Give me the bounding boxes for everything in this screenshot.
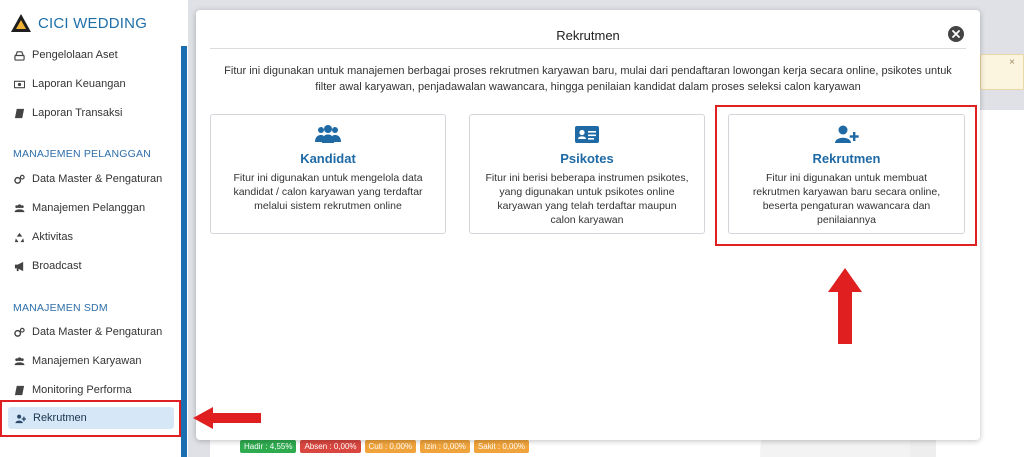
sidebar-item-aktivitas[interactable]: Aktivitas <box>0 226 181 248</box>
alert-close-icon[interactable]: × <box>1009 57 1015 68</box>
sidebar-item-manajemen-karyawan[interactable]: Manajemen Karyawan <box>0 350 181 372</box>
sidebar-item-broadcast[interactable]: Broadcast <box>0 255 181 277</box>
modal-divider <box>210 48 966 49</box>
sidebar-scrollbar[interactable] <box>181 46 187 457</box>
option-title-kandidat: Kandidat <box>300 151 356 166</box>
sidebar: CICI WEDDING Pengelolaan Aset Laporan Ke… <box>0 0 188 457</box>
sidebar-item-laporan-transaksi[interactable]: Laporan Transaksi <box>0 102 181 124</box>
option-card-psikotes[interactable]: Psikotes Fitur ini berisi beberapa instr… <box>469 114 705 234</box>
option-title-psikotes: Psikotes <box>560 151 614 166</box>
sidebar-item-label: Monitoring Performa <box>32 384 132 396</box>
sidebar-item-label: Manajemen Karyawan <box>32 355 142 367</box>
background-alert: × <box>980 54 1024 90</box>
sidebar-item-label: Laporan Transaksi <box>32 107 123 119</box>
users-icon <box>13 202 26 214</box>
close-icon[interactable] <box>948 26 964 42</box>
cogs-icon <box>13 326 26 338</box>
section-title-pelanggan: MANAJEMEN PELANGGAN <box>13 148 151 160</box>
cogs-icon <box>13 173 26 185</box>
sidebar-item-data-master-sdm[interactable]: Data Master & Pengaturan <box>0 321 181 343</box>
hdd-icon <box>13 49 26 61</box>
status-badge-hadir: Hadir : 4,55% <box>240 440 297 453</box>
sidebar-item-label: Laporan Keuangan <box>32 78 126 90</box>
sidebar-item-label: Data Master & Pengaturan <box>32 326 163 338</box>
modal-description: Fitur ini digunakan untuk manajemen berb… <box>224 65 952 93</box>
sidebar-item-manajemen-pelanggan[interactable]: Manajemen Pelanggan <box>0 197 181 219</box>
option-description-kandidat: Fitur ini digunakan untuk mengelola data… <box>233 172 423 212</box>
option-card-kandidat[interactable]: Kandidat Fitur ini digunakan untuk menge… <box>210 114 446 234</box>
sidebar-item-label: Broadcast <box>32 260 82 272</box>
id-card-icon <box>470 123 704 145</box>
modal-title: Rekrutmen <box>556 28 620 43</box>
sidebar-item-data-master-pelanggan[interactable]: Data Master & Pengaturan <box>0 168 181 190</box>
status-badge-sakit: Sakit : 0,00% <box>473 440 530 453</box>
users-icon <box>13 355 26 367</box>
highlight-box-sidebar <box>0 400 181 437</box>
brand-logo-icon <box>11 14 31 32</box>
sidebar-item-monitoring-performa[interactable]: Monitoring Performa <box>0 379 181 401</box>
highlight-box-rekrutmen-card <box>715 105 977 246</box>
arrow-up-icon <box>828 268 862 344</box>
sidebar-item-pengelolaan-aset[interactable]: Pengelolaan Aset <box>0 44 181 66</box>
status-badge-izin: Izin : 0,00% <box>420 440 470 453</box>
sidebar-item-label: Manajemen Pelanggan <box>32 202 146 214</box>
option-description-psikotes: Fitur ini berisi beberapa instrumen psik… <box>485 172 689 226</box>
sidebar-item-label: Pengelolaan Aset <box>32 49 118 61</box>
status-badge-cuti: Cuti : 0,00% <box>364 440 417 453</box>
status-badge-absen: Absen : 0,00% <box>300 440 361 453</box>
recycle-icon <box>13 231 26 243</box>
book-icon <box>13 107 26 119</box>
brand-name: CICI WEDDING <box>38 14 148 32</box>
sidebar-item-label: Aktivitas <box>32 231 73 243</box>
bullhorn-icon <box>13 260 26 272</box>
sidebar-item-laporan-keuangan[interactable]: Laporan Keuangan <box>0 73 181 95</box>
book-icon <box>13 384 26 396</box>
money-icon <box>13 78 26 90</box>
brand[interactable]: CICI WEDDING <box>10 12 147 34</box>
users-icon <box>211 123 445 145</box>
attendance-status-row: Hadir : 4,55% Absen : 0,00% Cuti : 0,00%… <box>240 440 530 453</box>
arrow-left-icon <box>193 407 261 429</box>
section-title-sdm: MANAJEMEN SDM <box>13 302 108 314</box>
sidebar-item-label: Data Master & Pengaturan <box>32 173 163 185</box>
